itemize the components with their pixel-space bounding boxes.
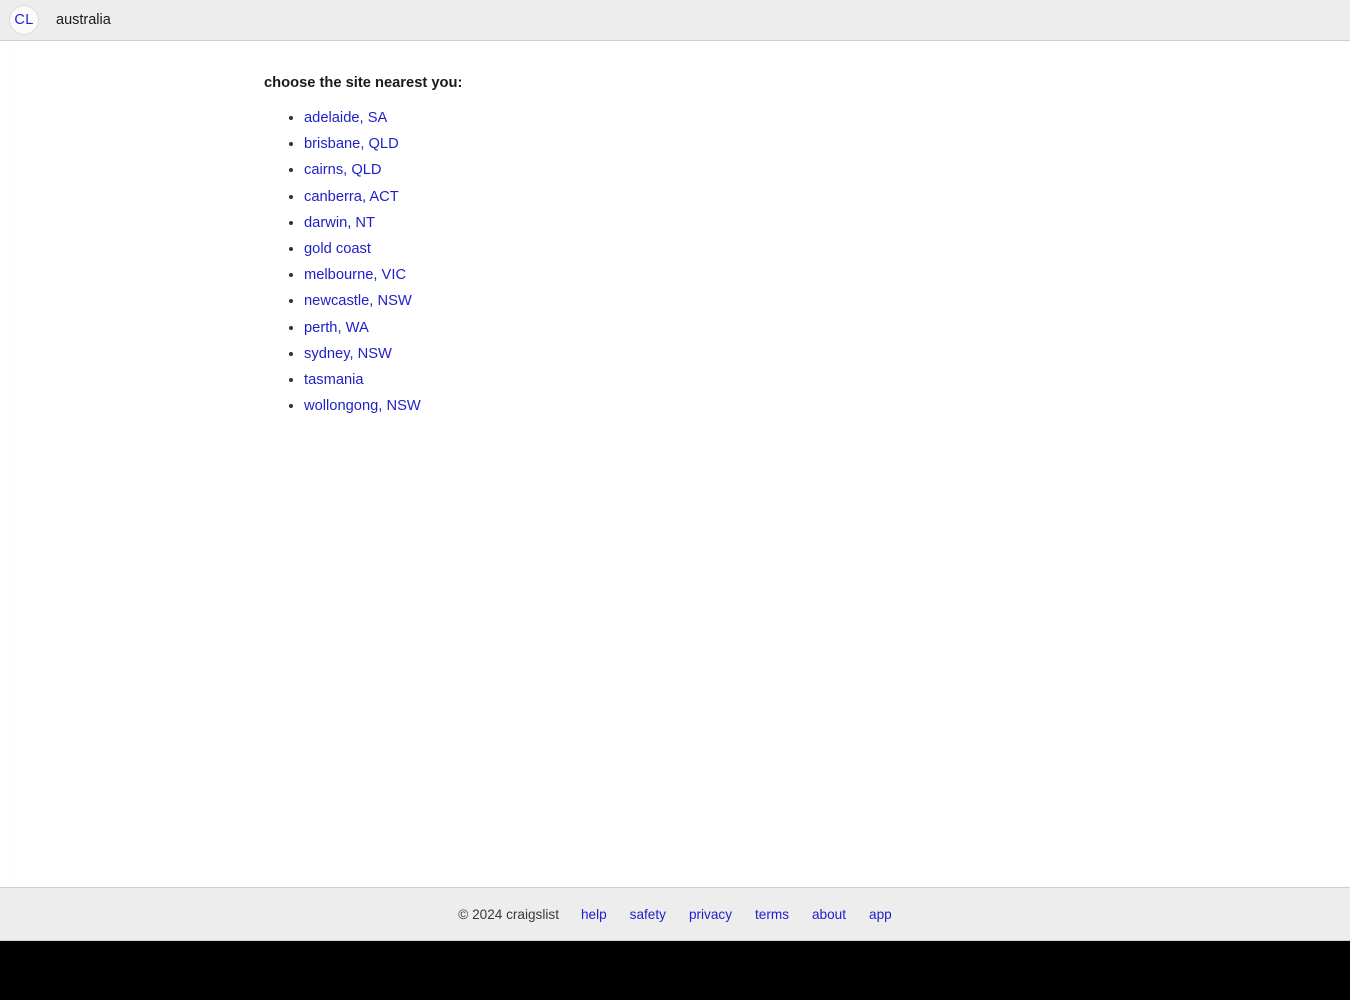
footer-link-terms[interactable]: terms xyxy=(755,907,789,922)
list-item: adelaide, SA xyxy=(304,105,1350,131)
city-link-melbourne[interactable]: melbourne, VIC xyxy=(304,267,406,283)
city-list: adelaide, SA brisbane, QLD cairns, QLD c… xyxy=(264,105,1350,419)
city-link-adelaide[interactable]: adelaide, SA xyxy=(304,110,387,126)
list-item: perth, WA xyxy=(304,315,1350,341)
city-link-perth[interactable]: perth, WA xyxy=(304,320,369,336)
city-link-wollongong[interactable]: wollongong, NSW xyxy=(304,398,421,414)
list-item: wollongong, NSW xyxy=(304,393,1350,419)
page-title: choose the site nearest you: xyxy=(264,75,463,91)
city-link-newcastle[interactable]: newcastle, NSW xyxy=(304,293,412,309)
footer-link-about[interactable]: about xyxy=(812,907,846,922)
list-item: newcastle, NSW xyxy=(304,288,1350,314)
footer-links: help safety privacy terms about app xyxy=(581,907,892,922)
horizontal-scrollbar[interactable] xyxy=(0,940,1350,941)
page-body: choose the site nearest you: adelaide, S… xyxy=(0,41,1350,887)
city-link-gold-coast[interactable]: gold coast xyxy=(304,241,371,257)
site-name-label: australia xyxy=(56,12,111,28)
footer-link-help[interactable]: help xyxy=(581,907,607,922)
city-link-darwin[interactable]: darwin, NT xyxy=(304,215,375,231)
list-item: canberra, ACT xyxy=(304,184,1350,210)
list-item: cairns, QLD xyxy=(304,157,1350,183)
list-item: darwin, NT xyxy=(304,210,1350,236)
list-item: tasmania xyxy=(304,367,1350,393)
city-link-cairns[interactable]: cairns, QLD xyxy=(304,162,382,178)
footer-link-safety[interactable]: safety xyxy=(630,907,666,922)
browser-viewport: CL australia choose the site nearest you… xyxy=(0,0,1350,941)
city-link-canberra[interactable]: canberra, ACT xyxy=(304,189,399,205)
city-link-tasmania[interactable]: tasmania xyxy=(304,372,364,388)
copyright-label: © 2024 craigslist xyxy=(458,906,559,922)
list-item: brisbane, QLD xyxy=(304,131,1350,157)
footer-link-app[interactable]: app xyxy=(869,907,892,922)
main-content: choose the site nearest you: adelaide, S… xyxy=(0,41,1350,419)
list-item: sydney, NSW xyxy=(304,341,1350,367)
craigslist-logo[interactable]: CL xyxy=(9,5,39,35)
content-left-rule xyxy=(14,41,15,887)
site-header: CL australia xyxy=(0,0,1350,41)
city-link-brisbane[interactable]: brisbane, QLD xyxy=(304,136,399,152)
city-link-sydney[interactable]: sydney, NSW xyxy=(304,346,392,362)
list-item: gold coast xyxy=(304,236,1350,262)
footer-link-privacy[interactable]: privacy xyxy=(689,907,732,922)
site-footer: © 2024 craigslist help safety privacy te… xyxy=(0,887,1350,940)
craigslist-logo-label: CL xyxy=(14,12,34,28)
list-item: melbourne, VIC xyxy=(304,262,1350,288)
